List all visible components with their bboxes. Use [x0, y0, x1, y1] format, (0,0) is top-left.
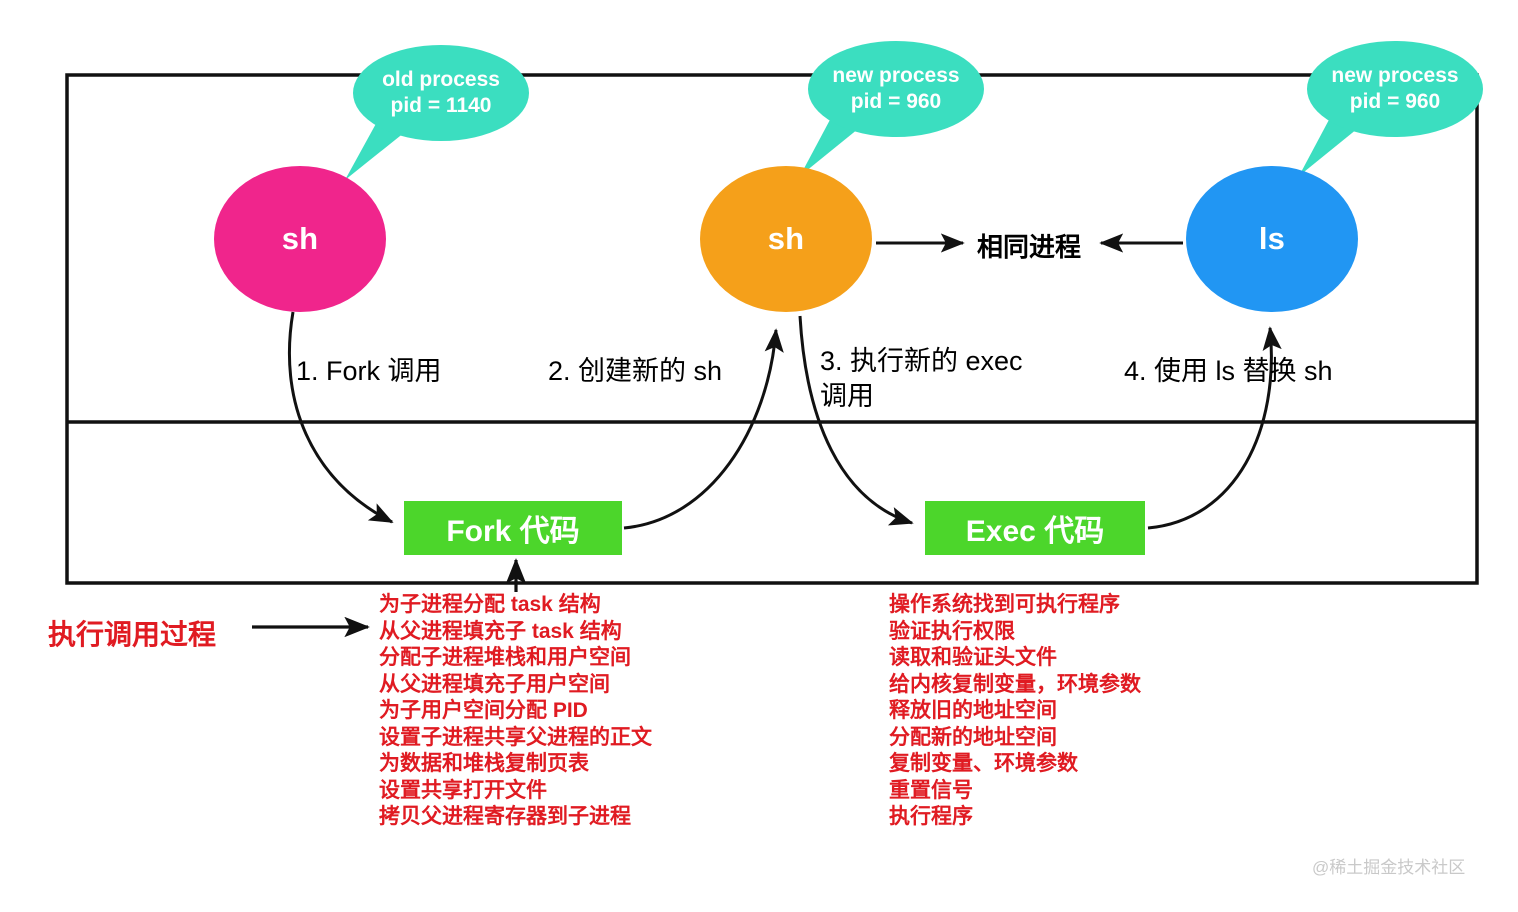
- step-label-create-new-sh: 2. 创建新的 sh: [548, 356, 723, 386]
- bubble-line-2: pid = 1140: [390, 94, 492, 117]
- process-circle-sh-old[interactable]: sh: [214, 166, 386, 312]
- diagram-canvas: sh sh ls old process pid = 1140 new proc…: [0, 0, 1518, 912]
- same-process-label: 相同进程: [977, 232, 1082, 262]
- bubble-line-1: new process: [1331, 63, 1459, 87]
- exec-step-item: 释放旧的地址空间: [889, 699, 1057, 722]
- fork-code-box[interactable]: Fork 代码: [404, 501, 622, 555]
- bubble-line-1: new process: [832, 63, 960, 87]
- exec-step-item: 验证执行权限: [889, 619, 1015, 643]
- bubble-tail-layer: [345, 116, 1373, 180]
- fork-step-item: 从父进程填充子 task 结构: [379, 619, 622, 643]
- watermark: @稀土掘金技术社区: [1312, 858, 1466, 877]
- new-process-bubble-middle: new process pid = 960: [808, 41, 984, 137]
- exec-step-item: 分配新的地址空间: [889, 725, 1057, 749]
- process-circle-sh-new[interactable]: sh: [700, 166, 872, 312]
- exec-step-item: 操作系统找到可执行程序: [889, 593, 1120, 616]
- bubble-line-2: pid = 960: [1349, 90, 1441, 113]
- exec-steps-list: 操作系统找到可执行程序 验证执行权限读取和验证头文件给内核复制变量，环境参数 释放旧…: [889, 592, 1141, 831]
- process-circle-label: sh: [767, 221, 805, 256]
- process-circle-ls[interactable]: ls: [1186, 166, 1358, 312]
- step-label-replace-sh-with-ls: 4. 使用 ls 替换 sh: [1124, 356, 1333, 386]
- fork-step-item: 为子进程分配 task 结构: [379, 593, 601, 616]
- fork-step-item: 设置共享打开文件: [379, 778, 547, 802]
- fork-steps-list: 为子进程分配 task 结构 从父进程填充子 task 结构 分配子进程堆栈和用户空…: [379, 592, 652, 831]
- new-process-bubble-right: new process pid = 960: [1307, 41, 1483, 137]
- bubble-line-2: pid = 960: [850, 90, 942, 113]
- process-circle-label: ls: [1258, 221, 1286, 256]
- exec-step-item: 重置信号: [889, 778, 973, 802]
- fork-code-box-label: Fork 代码: [446, 515, 580, 548]
- exec-step-item: 复制变量、环境参数: [889, 752, 1078, 775]
- fork-step-item: 为子用户空间分配 PID: [379, 699, 588, 722]
- exec-code-box-label: Exec 代码: [965, 515, 1105, 548]
- bubble-line-1: old process: [382, 67, 500, 91]
- exec-step-item: 给内核复制变量，环境参数: [889, 672, 1141, 696]
- fork-step-item: 从父进程填充子用户空间: [379, 672, 610, 696]
- process-circle-label: sh: [281, 221, 319, 256]
- exec-code-box[interactable]: Exec 代码: [925, 501, 1145, 555]
- step-label-exec-call: 3. 执行新的 exec 调用: [820, 346, 1023, 412]
- step-label-fork-call: 1. Fork 调用: [296, 356, 442, 386]
- exec-call-process-label: 执行调用过程: [48, 619, 217, 650]
- fork-step-item: 拷贝父进程寄存器到子进程: [379, 805, 631, 828]
- fork-step-item: 分配子进程堆栈和用户空间: [379, 646, 631, 669]
- exec-step-item: 读取和验证头文件: [889, 646, 1057, 669]
- fork-step-item: 为数据和堆栈复制页表: [379, 752, 589, 775]
- exec-step-item: 执行程序: [889, 805, 973, 828]
- fork-step-item: 设置子进程共享父进程的正文: [379, 725, 652, 749]
- old-process-bubble: old process pid = 1140: [353, 45, 529, 141]
